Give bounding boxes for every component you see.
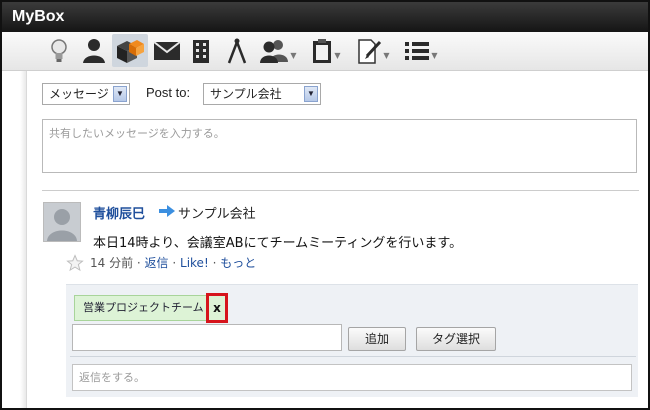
tag-chip[interactable]: 営業プロジェクトチーム — [74, 295, 213, 321]
reply-placeholder: 返信をする。 — [79, 371, 145, 384]
feed-divider — [42, 190, 639, 191]
select-tag-button[interactable]: タグ選択 — [416, 327, 496, 351]
compass-button[interactable] — [224, 34, 250, 67]
chevron-down-icon: ▼ — [334, 51, 341, 60]
tag-input[interactable] — [72, 324, 342, 351]
tag-chip-label: 営業プロジェクトチーム — [83, 301, 204, 314]
reply-input[interactable]: 返信をする。 — [72, 364, 632, 391]
lightbulb-button[interactable] — [46, 34, 72, 67]
group-menu-button[interactable]: ▼ — [258, 34, 298, 67]
message-type-value: メッセージ — [49, 87, 109, 101]
meta-separator: · — [208, 256, 221, 270]
feed-panel: メッセージ ▼ Post to: サンプル会社 ▼ 共有したいメッセージを入力す… — [28, 71, 648, 408]
main-toolbar: ▼ ▼ ▼ ▼ — [2, 32, 648, 71]
comment-divider — [70, 356, 636, 357]
post-to-label: Post to: — [146, 85, 191, 100]
lightbulb-icon — [51, 38, 67, 62]
star-icon[interactable] — [66, 254, 84, 272]
post-target-group[interactable]: サンプル会社 — [178, 203, 256, 222]
add-tag-button[interactable]: 追加 — [348, 327, 406, 351]
post-to-select[interactable]: サンプル会社 ▼ — [203, 83, 321, 105]
clipboard-menu-button[interactable]: ▼ — [306, 34, 346, 67]
reply-link[interactable]: 返信 — [145, 256, 169, 270]
comment-area: 営業プロジェクトチーム x 追加 タグ選択 返信をする。 — [66, 284, 638, 397]
compass-icon — [227, 38, 247, 63]
list-icon — [405, 41, 430, 60]
message-type-select[interactable]: メッセージ ▼ — [42, 83, 130, 105]
message-input[interactable]: 共有したいメッセージを入力する。 — [42, 119, 637, 173]
mail-button[interactable] — [152, 34, 182, 67]
avatar[interactable] — [43, 202, 81, 242]
chevron-down-icon: ▼ — [383, 51, 390, 60]
pen-document-icon — [358, 38, 382, 64]
chevron-down-icon: ▼ — [290, 51, 297, 60]
person-button[interactable] — [80, 34, 108, 67]
tag-remove-button[interactable]: x — [206, 293, 228, 323]
window-title: MyBox — [2, 2, 648, 32]
building-button[interactable] — [188, 34, 214, 67]
meta-separator: · — [133, 256, 145, 270]
arrow-right-icon — [159, 205, 175, 217]
app-window: MyBox ▼ ▼ ▼ ▼ メッセージ ▼ Post to: サンプル会社 ▼ … — [0, 0, 650, 410]
default-avatar-icon — [44, 203, 80, 241]
write-menu-button[interactable]: ▼ — [352, 34, 394, 67]
boxes-icon — [117, 39, 144, 63]
meta-separator: · — [168, 256, 181, 270]
chevron-down-icon: ▼ — [304, 86, 318, 102]
building-icon — [193, 39, 209, 63]
clipboard-icon — [313, 38, 332, 63]
chevron-down-icon: ▼ — [113, 86, 127, 102]
more-link[interactable]: もっと — [220, 256, 256, 270]
post-to-value: サンプル会社 — [210, 87, 282, 101]
like-link[interactable]: Like! — [180, 256, 209, 270]
boxes-button[interactable] — [112, 34, 148, 67]
post-body: 本日14時より、会議室ABにてチームミーティングを行います。 — [93, 236, 463, 251]
left-gutter-shadow — [20, 71, 26, 408]
post-meta: 14 分前 · 返信 · Like! · もっと — [90, 254, 256, 271]
mail-icon — [153, 40, 181, 60]
message-placeholder: 共有したいメッセージを入力する。 — [49, 127, 225, 140]
post-time: 14 分前 — [90, 256, 134, 270]
chevron-down-icon: ▼ — [431, 51, 438, 60]
list-menu-button[interactable]: ▼ — [400, 34, 442, 67]
person-icon — [83, 38, 105, 63]
group-icon — [260, 39, 289, 63]
post-author-link[interactable]: 青柳辰巳 — [93, 203, 145, 222]
